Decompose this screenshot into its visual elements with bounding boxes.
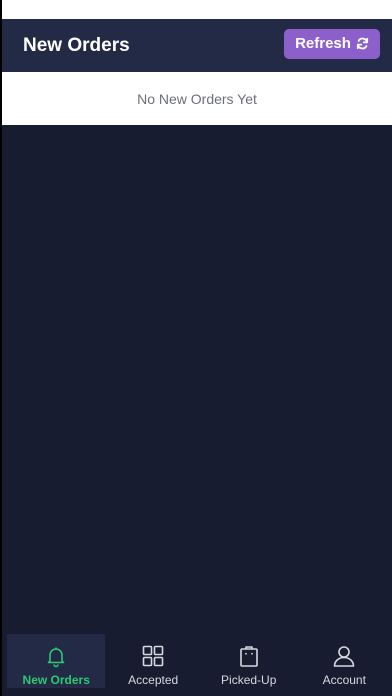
- bottom-tab-bar: New Orders Accepted Picked-Up Account: [2, 634, 392, 696]
- user-icon: [333, 646, 355, 667]
- header: New Orders Refresh: [2, 19, 392, 72]
- refresh-icon: [356, 37, 369, 50]
- orders-list: [2, 125, 392, 634]
- page-title: New Orders: [23, 34, 130, 56]
- tab-label: Picked-Up: [221, 673, 277, 687]
- grid-icon: [142, 645, 164, 667]
- refresh-button[interactable]: Refresh: [284, 28, 380, 59]
- tab-label: Accepted: [128, 673, 179, 687]
- tab-label: Account: [322, 673, 366, 687]
- bell-icon: [47, 647, 65, 668]
- shopping-bag-icon: [239, 646, 258, 667]
- empty-message: No New Orders Yet: [137, 90, 257, 107]
- app-frame: New Orders Refresh No New Orders Yet New…: [2, 0, 392, 696]
- status-bar: [2, 0, 392, 19]
- orders-empty-state: No New Orders Yet: [2, 72, 392, 125]
- tab-new-orders[interactable]: New Orders: [7, 634, 106, 688]
- tab-label: New Orders: [22, 673, 90, 687]
- tab-account[interactable]: Account: [296, 634, 392, 688]
- tab-picked-up[interactable]: Picked-Up: [201, 634, 297, 688]
- tab-accepted[interactable]: Accepted: [105, 634, 201, 688]
- refresh-label: Refresh: [295, 35, 351, 52]
